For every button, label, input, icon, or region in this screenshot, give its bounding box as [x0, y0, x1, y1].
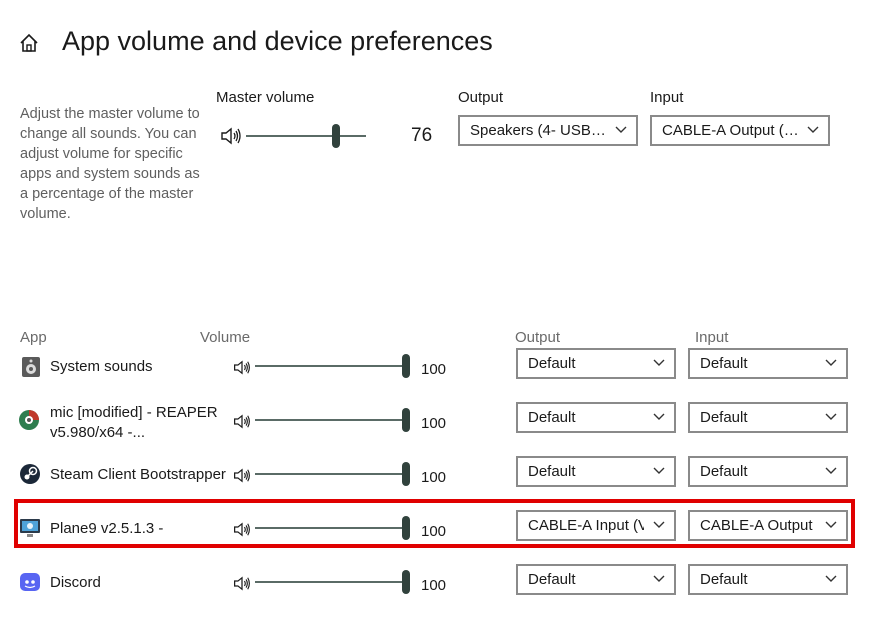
app-input-dropdown[interactable]: Default: [688, 564, 848, 595]
chevron-down-icon: [807, 126, 819, 133]
speaker-icon[interactable]: [233, 468, 251, 483]
highlight-box: [14, 499, 855, 548]
chevron-down-icon: [615, 126, 627, 133]
dropdown-value: Default: [528, 571, 576, 588]
slider-track: [255, 365, 407, 367]
chevron-down-icon: [653, 413, 665, 420]
slider-track: [246, 135, 366, 137]
discord-icon: [20, 573, 40, 591]
speaker-icon[interactable]: [233, 576, 251, 591]
slider-track: [255, 419, 407, 421]
app-volume-slider[interactable]: [255, 408, 411, 432]
dropdown-value: Default: [700, 355, 748, 372]
chevron-down-icon: [653, 359, 665, 366]
app-volume-slider[interactable]: [255, 462, 411, 486]
master-input-dropdown[interactable]: CABLE-A Output (…: [650, 115, 830, 146]
app-volume-value: 100: [421, 361, 447, 378]
master-volume-value: 76: [411, 125, 433, 146]
app-volume-slider[interactable]: [255, 570, 411, 594]
speaker-icon[interactable]: [220, 127, 242, 145]
column-header-output: Output: [515, 329, 561, 346]
app-volume-slider[interactable]: [255, 354, 411, 378]
dropdown-value: Default: [700, 409, 748, 426]
system-sounds-icon: [22, 357, 40, 377]
slider-thumb[interactable]: [402, 570, 410, 594]
column-header-input: Input: [695, 329, 729, 346]
app-output-dropdown[interactable]: Default: [516, 456, 676, 487]
dropdown-value: Default: [528, 355, 576, 372]
app-row-discord: Discord 100 Default Default: [0, 563, 883, 603]
steam-icon: [20, 464, 40, 484]
dropdown-value: Default: [700, 571, 748, 588]
chevron-down-icon: [825, 359, 837, 366]
chevron-down-icon: [825, 575, 837, 582]
slider-thumb[interactable]: [402, 462, 410, 486]
app-name: Discord: [50, 574, 101, 591]
app-name: Steam Client Bootstrapper: [50, 466, 226, 483]
app-row-system-sounds: System sounds 100 Default Default: [0, 347, 883, 387]
speaker-icon[interactable]: [233, 414, 251, 429]
dropdown-value: CABLE-A Output (…: [662, 122, 798, 139]
chevron-down-icon: [653, 575, 665, 582]
app-input-dropdown[interactable]: Default: [688, 456, 848, 487]
app-volume-value: 100: [421, 469, 447, 486]
dropdown-value: Default: [700, 463, 748, 480]
column-header-app: App: [20, 329, 47, 346]
home-icon[interactable]: [18, 32, 40, 54]
dropdown-value: Default: [528, 463, 576, 480]
app-row-steam: Steam Client Bootstrapper 100 Default De…: [0, 455, 883, 495]
page-title: App volume and device preferences: [62, 26, 493, 56]
app-output-dropdown[interactable]: Default: [516, 564, 676, 595]
chevron-down-icon: [825, 467, 837, 474]
dropdown-value: Default: [528, 409, 576, 426]
app-volume-value: 100: [421, 415, 447, 432]
master-output-dropdown[interactable]: Speakers (4- USB…: [458, 115, 638, 146]
dropdown-value: Speakers (4- USB…: [470, 122, 606, 139]
master-volume-slider[interactable]: [246, 124, 366, 148]
chevron-down-icon: [653, 467, 665, 474]
app-name: System sounds: [50, 358, 153, 375]
app-output-dropdown[interactable]: Default: [516, 348, 676, 379]
app-row-reaper: mic [modified] - REAPER v5.980/x64 -... …: [0, 401, 883, 441]
app-volume-value: 100: [421, 577, 447, 594]
app-input-dropdown[interactable]: Default: [688, 348, 848, 379]
reaper-icon: [19, 410, 39, 430]
input-label: Input: [650, 89, 684, 106]
description-text: Adjust the master volume to change all s…: [20, 106, 200, 222]
slider-track: [255, 581, 407, 583]
chevron-down-icon: [825, 413, 837, 420]
slider-thumb[interactable]: [402, 354, 410, 378]
app-input-dropdown[interactable]: Default: [688, 402, 848, 433]
slider-track: [255, 473, 407, 475]
column-header-volume: Volume: [200, 329, 251, 346]
speaker-icon[interactable]: [233, 360, 251, 375]
master-volume-label: Master volume: [216, 89, 315, 106]
slider-thumb[interactable]: [332, 124, 340, 148]
app-name: mic [modified] - REAPER v5.980/x64 -...: [50, 404, 218, 441]
app-output-dropdown[interactable]: Default: [516, 402, 676, 433]
slider-thumb[interactable]: [402, 408, 410, 432]
output-label: Output: [458, 89, 504, 106]
